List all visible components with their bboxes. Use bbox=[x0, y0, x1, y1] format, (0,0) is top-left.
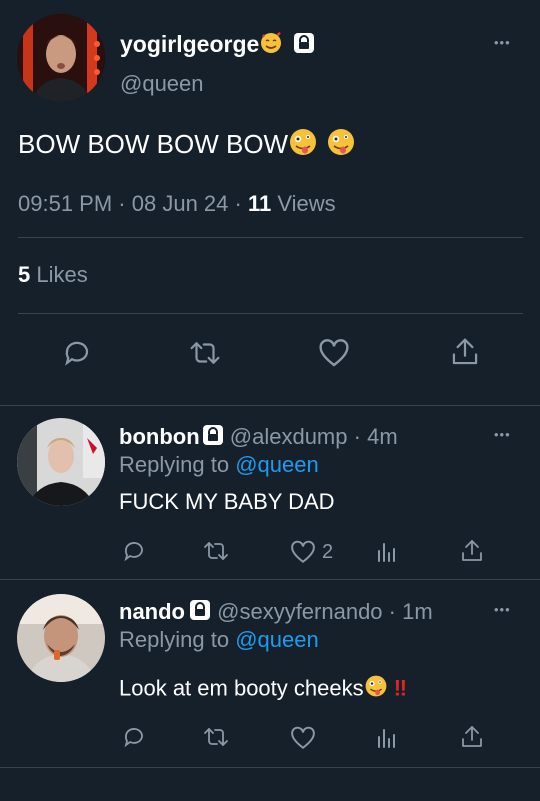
likes-count: 5 bbox=[18, 262, 31, 287]
like-heart-icon[interactable] bbox=[290, 540, 316, 564]
replying-to-link[interactable]: @queen bbox=[235, 627, 319, 652]
zany-face-icon bbox=[326, 127, 356, 166]
divider bbox=[0, 579, 540, 580]
divider bbox=[0, 767, 540, 768]
like-heart-icon[interactable] bbox=[318, 338, 350, 368]
tweet-text: BOW BOW BOW BOW bbox=[18, 129, 289, 159]
protected-lock-icon bbox=[189, 599, 211, 628]
handle[interactable]: @sexyyfernando bbox=[217, 599, 382, 624]
replying-to-link[interactable]: @queen bbox=[235, 452, 319, 477]
separator: · bbox=[353, 424, 361, 449]
avatar[interactable] bbox=[17, 14, 105, 102]
share-icon[interactable] bbox=[460, 538, 484, 564]
views-label: Views bbox=[277, 191, 336, 216]
retweet-icon[interactable] bbox=[202, 725, 230, 749]
tweet-time[interactable]: 09:51 PM bbox=[18, 191, 112, 216]
protected-lock-icon bbox=[293, 32, 315, 60]
reply-icon[interactable] bbox=[122, 539, 146, 563]
smiling-face-with-hearts-icon bbox=[259, 31, 283, 61]
share-icon[interactable] bbox=[460, 724, 484, 750]
display-name[interactable]: bonbon bbox=[119, 424, 200, 449]
like-count: 2 bbox=[322, 541, 334, 563]
more-options-icon[interactable]: ••• bbox=[494, 36, 511, 49]
avatar[interactable] bbox=[17, 418, 105, 506]
separator: · bbox=[388, 599, 396, 624]
avatar[interactable] bbox=[17, 594, 105, 682]
tweet-meta: 09:51 PM · 08 Jun 24 · 11 Views bbox=[18, 190, 336, 218]
reply-icon[interactable] bbox=[62, 338, 92, 368]
retweet-icon[interactable] bbox=[188, 338, 222, 368]
display-name[interactable]: nando bbox=[119, 599, 185, 624]
protected-lock-icon bbox=[202, 424, 224, 453]
double-exclamation: ‼ bbox=[393, 675, 408, 701]
likes-label: Likes bbox=[36, 262, 88, 287]
divider bbox=[18, 313, 523, 314]
separator: · bbox=[118, 191, 126, 216]
handle[interactable]: @alexdump bbox=[230, 424, 348, 449]
zany-face-icon bbox=[364, 674, 388, 705]
reply-text: Look at em booty cheeks bbox=[119, 675, 364, 701]
analytics-icon[interactable] bbox=[374, 540, 398, 564]
reply-icon[interactable] bbox=[122, 725, 146, 749]
handle[interactable]: @queen bbox=[120, 71, 204, 97]
analytics-icon[interactable] bbox=[374, 726, 398, 750]
display-name[interactable]: yogirlgeorge bbox=[120, 31, 259, 57]
divider bbox=[0, 405, 540, 406]
reply-time[interactable]: 4m bbox=[367, 424, 398, 449]
views-count: 11 bbox=[247, 191, 272, 216]
separator: · bbox=[234, 191, 242, 216]
replying-label: Replying to bbox=[119, 452, 230, 477]
reply-time[interactable]: 1m bbox=[402, 599, 433, 624]
retweet-icon[interactable] bbox=[202, 539, 230, 563]
divider bbox=[18, 237, 523, 238]
more-options-icon[interactable]: ••• bbox=[494, 603, 511, 616]
reply-text: FUCK MY BABY DAD bbox=[119, 489, 335, 514]
zany-face-icon bbox=[288, 127, 318, 166]
more-options-icon[interactable]: ••• bbox=[494, 428, 511, 441]
share-icon[interactable] bbox=[450, 336, 480, 368]
like-heart-icon[interactable] bbox=[290, 726, 316, 750]
tweet-date[interactable]: 08 Jun 24 bbox=[132, 191, 229, 216]
likes-summary[interactable]: 5 Likes bbox=[18, 261, 88, 289]
replying-label: Replying to bbox=[119, 627, 230, 652]
